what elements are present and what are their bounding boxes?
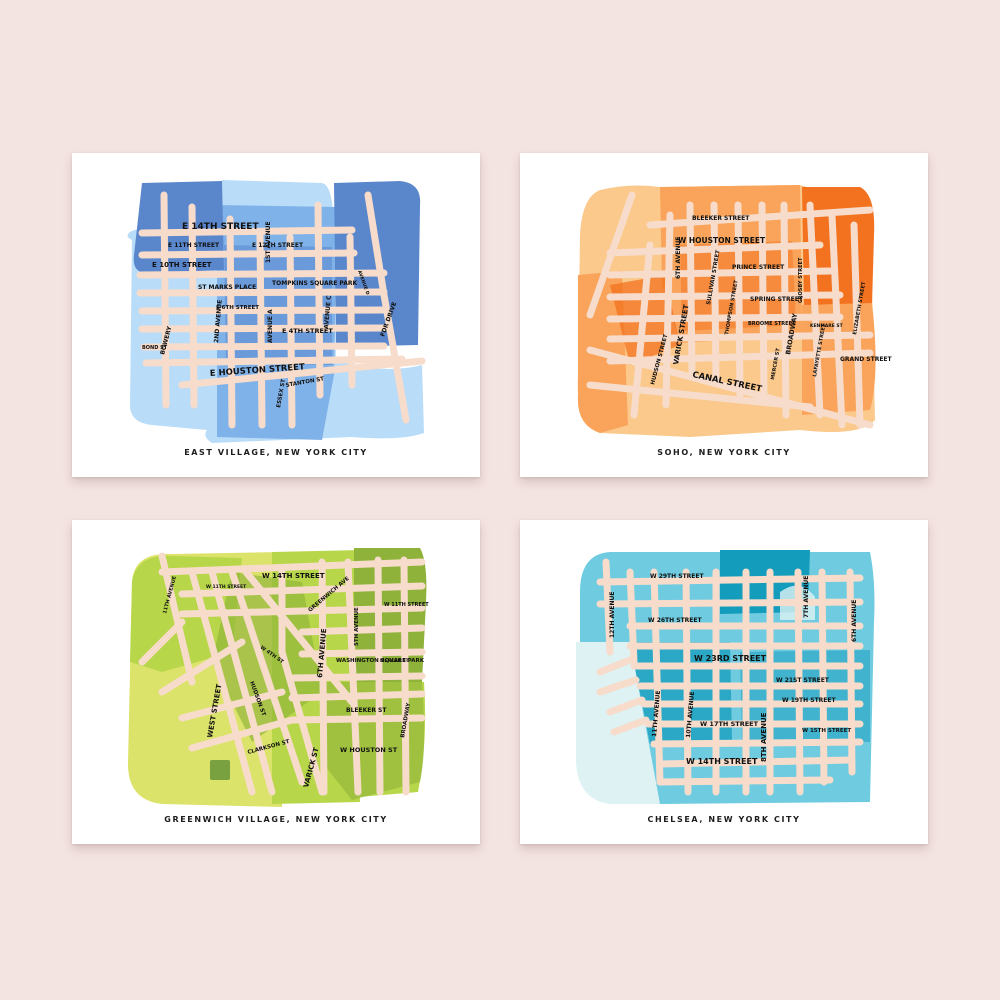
label-soho-2: 6TH AVENUE [675, 237, 682, 279]
label-soho-1: W HOUSTON STREET [678, 236, 766, 245]
label-chelsea-4: 6TH AVENUE [851, 600, 858, 642]
print-caption: CHELSEA, NEW YORK CITY [647, 815, 801, 824]
chelsea-map-illustration: W 29TH STREET 12TH AVENUE W 26TH STREET … [576, 550, 875, 804]
label-chelsea-2: W 26TH STREET [648, 617, 702, 624]
label-soho-0: BLEEKER STREET [692, 215, 750, 222]
label-greenwich-5: 5TH AVENUE [354, 607, 360, 646]
label-east-village-13: BOND ST [142, 345, 168, 351]
label-soho-9: CROSBY STREET [798, 257, 804, 303]
print-caption: GREENWICH VILLAGE, NEW YORK CITY [164, 815, 388, 824]
map-print-east-village: E 14TH STREET E 11TH STREET E 10TH STREE… [72, 153, 480, 477]
label-greenwich-4: W 11TH STREET [384, 602, 429, 608]
label-chelsea-3: 7TH AVENUE [803, 576, 810, 618]
map-print-soho: BLEEKER STREET W HOUSTON STREET 6TH AVEN… [520, 153, 928, 477]
label-chelsea-0: W 29TH STREET [650, 573, 704, 580]
label-chelsea-12: W 15TH STREET [802, 728, 851, 734]
label-greenwich-9: MERCER ST [380, 658, 410, 664]
label-soho-16: GRAND STREET [840, 356, 893, 363]
soho-map-illustration: BLEEKER STREET W HOUSTON STREET 6TH AVEN… [577, 185, 893, 437]
park-block [210, 760, 230, 780]
label-chelsea-5: W 23RD STREET [694, 654, 767, 663]
label-east-village-3: E 12TH STREET [252, 242, 304, 249]
label-east-village-2: E 10TH STREET [152, 261, 212, 269]
print-caption: EAST VILLAGE, NEW YORK CITY [184, 448, 368, 457]
label-east-village-9: AVENUE A [267, 309, 274, 343]
east-village-map-illustration: E 14TH STREET E 11TH STREET E 10TH STREE… [127, 180, 426, 443]
label-greenwich-14: W HOUSTON ST [340, 746, 398, 754]
label-east-village-4: 1ST AVENUE [265, 221, 272, 263]
label-chelsea-10: W 17TH STREET [700, 720, 759, 728]
label-greenwich-13: BLEEKER ST [346, 707, 387, 714]
label-soho-3: PRINCE STREET [732, 264, 785, 271]
label-east-village-1: E 11TH STREET [168, 242, 220, 249]
label-east-village-0: E 14TH STREET [182, 222, 259, 232]
label-chelsea-6: W 21ST STREET [776, 677, 830, 684]
label-chelsea-13: W 14TH STREET [686, 757, 758, 766]
print-caption: SOHO, NEW YORK CITY [657, 448, 791, 457]
map-print-chelsea: W 29TH STREET 12TH AVENUE W 26TH STREET … [520, 520, 928, 844]
label-east-village-5: ST MARKS PLACE [198, 284, 256, 291]
map-print-greenwich-village: W 14TH STREET 11TH AVENUE W 11TH STREET … [72, 520, 480, 844]
greenwich-village-map-illustration: W 14TH STREET 11TH AVENUE W 11TH STREET … [127, 548, 429, 807]
label-chelsea-11: 8TH AVENUE [760, 712, 768, 762]
label-greenwich-2: W 11TH STREET [206, 584, 247, 590]
label-east-village-11: E 4TH STREET [282, 327, 333, 335]
label-soho-8: SPRING STREET [750, 296, 804, 303]
label-chelsea-1: 12TH AVENUE [609, 591, 616, 638]
label-east-village-6: TOMPKINS SQUARE PARK [272, 280, 358, 287]
label-greenwich-0: W 14TH STREET [262, 572, 325, 580]
label-chelsea-9: W 19TH STREET [782, 697, 836, 704]
